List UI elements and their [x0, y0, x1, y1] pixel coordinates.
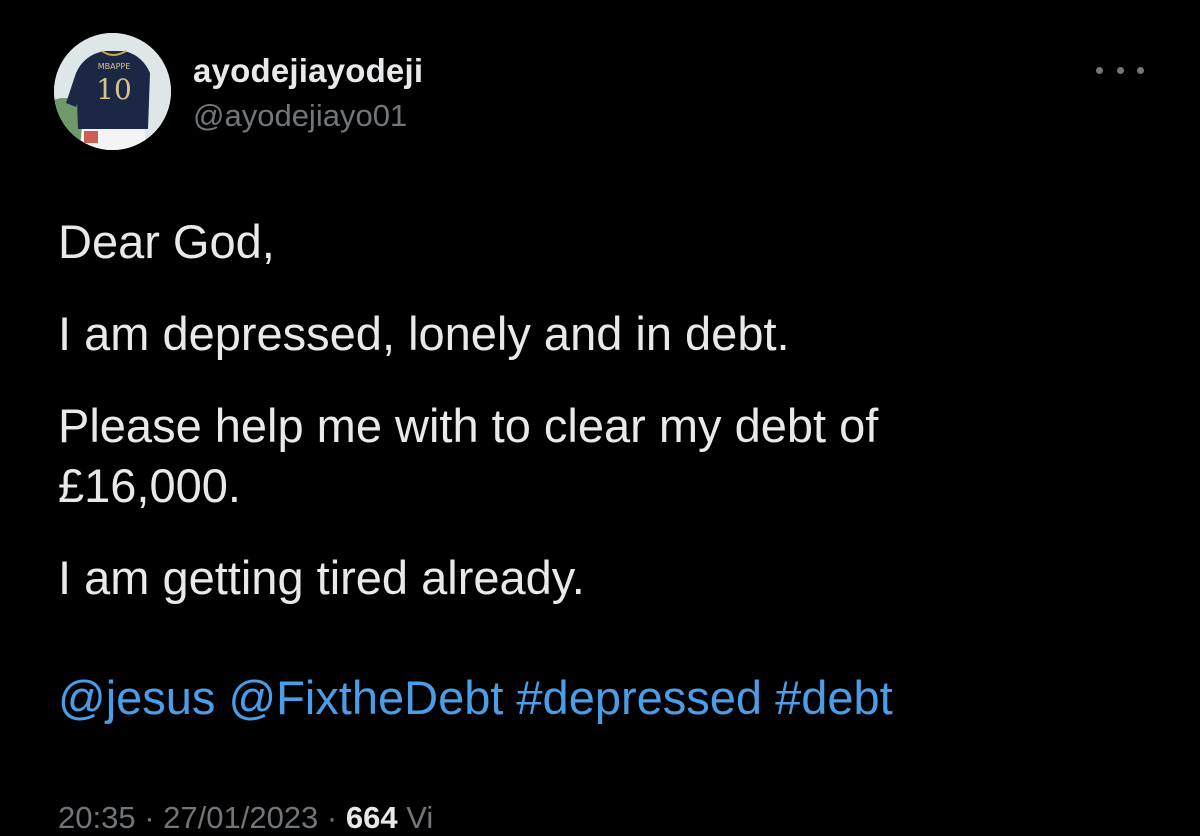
- avatar-image: MBAPPE 10: [54, 33, 171, 150]
- avatar[interactable]: MBAPPE 10: [54, 33, 171, 150]
- hashtag-link[interactable]: #depressed: [516, 671, 762, 724]
- tweet-paragraph: I am getting tired already.: [58, 551, 585, 604]
- tweet-text: Dear God, I am depressed, lonely and in …: [58, 212, 1158, 640]
- tweet-entities: @jesus @FixtheDebt #depressed #debt: [58, 668, 906, 728]
- tweet-paragraph: Dear God,: [58, 215, 275, 268]
- tweet-paragraph: I am depressed, lonely and in debt.: [58, 307, 790, 360]
- tweet-time[interactable]: 20:35: [58, 800, 136, 835]
- mention-link[interactable]: @FixtheDebt: [228, 671, 503, 724]
- more-horizontal-icon-dot: [1137, 66, 1144, 74]
- more-options-button[interactable]: [1096, 58, 1144, 82]
- display-name[interactable]: ayodejiayodeji: [193, 52, 423, 90]
- mention-link[interactable]: @jesus: [58, 671, 215, 724]
- avatar-jersey-number: 10: [96, 73, 132, 106]
- user-handle[interactable]: @ayodejiayo01: [193, 98, 407, 134]
- tweet-paragraph: Please help me with to clear my debt of …: [58, 399, 879, 512]
- more-horizontal-icon: [1096, 66, 1103, 74]
- more-horizontal-icon-dot: [1116, 66, 1124, 74]
- tweet-date[interactable]: 27/01/2023: [163, 800, 318, 835]
- hashtag-link[interactable]: #debt: [775, 671, 893, 724]
- tweet-meta: 20:35 · 27/01/2023 · 664 Vi: [58, 800, 434, 835]
- tweet: MBAPPE 10 ayodejiayodeji @ayodejiayo01 D…: [0, 0, 1200, 835]
- views-count: 664: [345, 800, 398, 835]
- avatar-jersey-name: MBAPPE: [98, 62, 131, 71]
- views-label: Vi: [406, 800, 434, 835]
